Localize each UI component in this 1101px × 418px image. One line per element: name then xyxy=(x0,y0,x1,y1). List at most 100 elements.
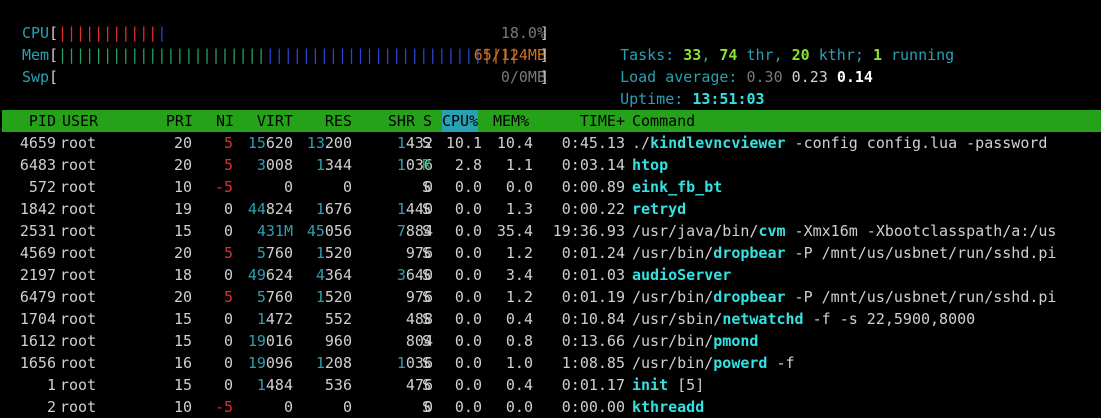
mem-meter: Mem [ ||||||||||||||||||||||||||||||||||… xyxy=(22,46,550,64)
cell-user: root xyxy=(60,244,97,262)
cell-res: 536 xyxy=(324,376,352,394)
cell-virt: 5760 xyxy=(256,244,293,262)
cell-user: root xyxy=(60,398,97,416)
cell-pid: 2197 xyxy=(19,266,56,284)
cell-command: /usr/sbin/netwatchd -f -s 22,5900,8000 xyxy=(632,310,976,328)
process-row[interactable]: 4659 root 20 5 15620 13200 1432 S 10.1 10.4 0:45.1… xyxy=(0,132,1101,154)
cell-cpu: 2.8 xyxy=(454,156,482,174)
cell-pid: 1842 xyxy=(19,200,56,218)
cell-ni: 5 xyxy=(223,244,233,262)
process-row[interactable]: 4569 root 20 5 5760 1520 976 S 0.0 1.2 0:01.24/usr… xyxy=(0,242,1101,264)
cpu-meter: CPU [ |||||||||||| 18.0% ] xyxy=(22,24,550,42)
cell-pri: 20 xyxy=(173,134,192,152)
cell-ni: 0 xyxy=(223,376,233,394)
column-virt[interactable]: VIRT xyxy=(257,110,293,132)
process-row[interactable]: 1656 root 16 0 19096 1208 1036 S 0.0 1.0 1:08.85/u… xyxy=(0,352,1101,374)
cell-cpu: 0.0 xyxy=(454,200,482,218)
cell-pid: 2531 xyxy=(19,222,56,240)
column-pid[interactable]: PID xyxy=(29,110,56,132)
cell-time: 0:00.89 xyxy=(561,178,625,196)
cell-pid: 1704 xyxy=(19,310,56,328)
cell-virt: 15620 xyxy=(247,134,293,152)
column-ni[interactable]: NI xyxy=(216,110,234,132)
cell-virt: 431M xyxy=(256,222,293,240)
column-res[interactable]: RES xyxy=(325,110,352,132)
cell-mem: 10.4 xyxy=(496,134,533,152)
cell-user: root xyxy=(60,200,97,218)
cell-pri: 15 xyxy=(173,332,192,350)
cell-mem: 1.2 xyxy=(505,288,533,306)
process-row[interactable]: 1842 root 19 0 44824 1676 1440 S 0.0 1.3 0:00.22 re… xyxy=(0,198,1101,220)
cell-s: S xyxy=(422,134,432,152)
column-user[interactable]: USER xyxy=(62,110,98,132)
cell-ni: 0 xyxy=(223,332,233,350)
cell-time: 0:45.13 xyxy=(561,134,625,152)
cell-virt: 19016 xyxy=(247,332,293,350)
cell-command: /usr/bin/powerd -f xyxy=(632,354,795,372)
cell-s: S xyxy=(422,288,432,306)
process-row[interactable]: 572 root 10 -5 0 0 0 S 0.0 0.0 0:00.89 eink_fb_bt xyxy=(0,176,1101,198)
column-cpu-sorted[interactable]: CPU% xyxy=(442,110,479,132)
cell-user: root xyxy=(60,222,97,240)
cell-time: 0:10.84 xyxy=(561,310,625,328)
cell-s: S xyxy=(422,244,432,262)
process-row[interactable]: 1704 root 15 0 1472 552 488 S 0.0 0.4 0:10.84/usr/… xyxy=(0,308,1101,330)
cell-cpu: 0.0 xyxy=(454,332,482,350)
cell-pri: 20 xyxy=(173,244,192,262)
cell-mem: 0.0 xyxy=(505,178,533,196)
cell-virt: 44824 xyxy=(247,200,293,218)
cell-mem: 0.4 xyxy=(505,376,533,394)
uptime-value: 13:51:03 xyxy=(692,90,765,108)
cell-pid: 1656 xyxy=(19,354,56,372)
cell-s: S xyxy=(422,354,432,372)
process-row[interactable]: 6483 root 20 5 3008 1344 1036 R 2.8 1.1 0:03.14 hto… xyxy=(0,154,1101,176)
mem-meter-value: 65/124MB xyxy=(473,46,546,64)
cell-cpu: 0.0 xyxy=(454,178,482,196)
cell-ni: 0 xyxy=(223,266,233,284)
cell-pid: 1 xyxy=(46,376,56,394)
column-time[interactable]: TIME+ xyxy=(580,110,625,132)
cell-res: 4364 xyxy=(315,266,352,284)
process-row[interactable]: 2197 root 18 0 49624 4364 3640 S 0.0 3.4 0:01.03 au… xyxy=(0,264,1101,286)
cell-ni: 0 xyxy=(223,310,233,328)
process-row[interactable]: 2 root 10 -5 0 0 0 S 0.0 0.0 0:00.00 kthreadd xyxy=(0,396,1101,418)
column-shr[interactable]: SHR xyxy=(388,110,415,132)
cell-command: ./kindlevncviewer -config config.lua -pa… xyxy=(632,134,1048,152)
cell-virt: 49624 xyxy=(247,266,293,284)
process-row[interactable]: 1 root 15 0 1484 536 476 S 0.0 0.4 0:01.17 init [5] xyxy=(0,374,1101,396)
mem-meter-label: Mem xyxy=(22,46,50,64)
cell-ni: 5 xyxy=(223,134,233,152)
cell-command: /usr/bin/pmond xyxy=(632,332,759,350)
process-row[interactable]: 6479 root 20 5 5760 1520 976 S 0.0 1.2 0:01.19/usr… xyxy=(0,286,1101,308)
cell-ni: 5 xyxy=(223,288,233,306)
column-command[interactable]: Command xyxy=(632,110,695,132)
cell-cpu: 0.0 xyxy=(454,244,482,262)
process-row[interactable]: 1612 root 15 0 19016 960 804 S 0.0 0.8 0:13.66/usr… xyxy=(0,330,1101,352)
cell-s: S xyxy=(422,222,432,240)
column-mem[interactable]: MEM% xyxy=(493,110,529,132)
cell-virt: 19096 xyxy=(247,354,293,372)
cell-mem: 1.2 xyxy=(505,244,533,262)
cell-pri: 15 xyxy=(173,222,192,240)
cell-s: S xyxy=(422,310,432,328)
cell-mem: 0.4 xyxy=(505,310,533,328)
cell-pid: 6479 xyxy=(19,288,56,306)
cell-pri: 15 xyxy=(173,310,192,328)
cell-pri: 19 xyxy=(173,200,192,218)
cell-virt: 5760 xyxy=(256,288,293,306)
cell-s: S xyxy=(422,178,432,196)
cell-s: R xyxy=(422,156,432,174)
cell-command: /usr/java/bin/cvm -Xmx16m -Xbootclasspat… xyxy=(632,222,1057,240)
cell-time: 0:00.22 xyxy=(561,200,625,218)
cell-res: 1676 xyxy=(315,200,352,218)
cell-mem: 1.3 xyxy=(505,200,533,218)
cell-s: S xyxy=(422,398,432,416)
cell-command: retryd xyxy=(632,200,687,218)
column-state[interactable]: S xyxy=(423,110,432,132)
column-pri[interactable]: PRI xyxy=(166,110,193,132)
cell-res: 960 xyxy=(324,332,352,350)
process-row[interactable]: 2531 root 15 0 431M 45056 7884 S 0.0 35.4 19:36.93… xyxy=(0,220,1101,242)
cell-mem: 0.0 xyxy=(505,398,533,416)
cell-pid: 1612 xyxy=(19,332,56,350)
cell-cpu: 0.0 xyxy=(454,354,482,372)
